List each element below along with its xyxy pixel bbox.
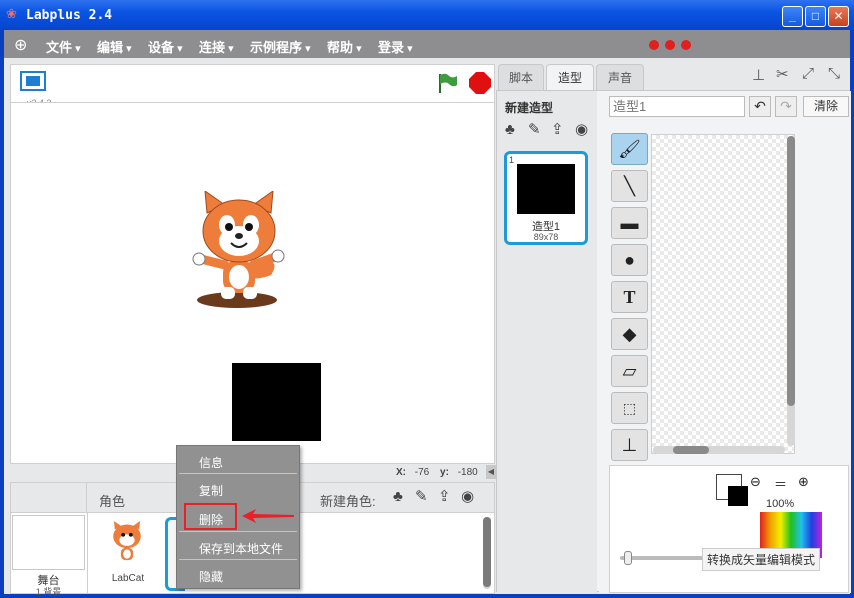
menu-file[interactable]: 文件 [46, 37, 81, 56]
costume-sprite-square[interactable] [232, 363, 321, 441]
clear-button[interactable]: 清除 [803, 96, 849, 117]
labcat-thumbnail [113, 521, 141, 561]
menu-divider [179, 531, 297, 532]
app-window: ❀ Labplus 2.4 _ □ ✕ ⊕ 文件 编辑 设备 连接 示例程序 帮… [0, 0, 854, 598]
menu-item-hide[interactable]: 隐藏 [199, 568, 223, 585]
zoom-out-icon[interactable]: ⊖ [750, 474, 761, 490]
paint-sprite-icon[interactable]: ✎ [415, 487, 428, 505]
paint-editor: ↶ ↷ 清除 🖌 ╲ ▬ ● T ◆ ▱ ⬚ ⊥ [599, 91, 851, 593]
status-dot [681, 40, 691, 50]
sprite-name: LabCat [111, 573, 145, 584]
fill-icon[interactable]: ◆ [611, 318, 648, 350]
tab-costumes[interactable]: 造型 [546, 64, 594, 91]
labcat-sprite[interactable] [191, 191, 287, 311]
camera-sprite-icon[interactable]: ◉ [461, 487, 474, 505]
sprites-label: 角色 [99, 494, 126, 509]
window-title: Labplus 2.4 [26, 8, 113, 23]
rectangle-icon[interactable]: ▬ [611, 207, 648, 239]
maximize-button[interactable]: □ [805, 6, 826, 27]
menu-bar: ⊕ 文件 编辑 设备 连接 示例程序 帮助 登录 [4, 30, 850, 58]
menu-divider [179, 559, 297, 560]
delete-highlight-box [184, 503, 237, 530]
canvas-vscrollbar[interactable] [787, 136, 795, 446]
y-value: -180 [457, 467, 478, 478]
stamp-tool-icon[interactable]: ⊥ [752, 66, 765, 84]
red-arrow-icon [242, 509, 294, 523]
fullscreen-icon[interactable] [19, 70, 47, 92]
grow-icon[interactable]: ⤢ [802, 65, 814, 82]
pen-size-slider[interactable] [620, 551, 710, 565]
ellipse-icon[interactable]: ● [611, 244, 648, 276]
sprite-library-icon[interactable]: ♣ [393, 488, 403, 505]
x-label: X: [396, 467, 406, 478]
zoom-in-icon[interactable]: ⊕ [798, 474, 809, 490]
canvas-hscrollbar[interactable] [653, 446, 785, 454]
stamp-icon[interactable]: ⊥ [611, 429, 648, 461]
cut-icon[interactable]: ✂ [776, 65, 789, 83]
status-dot [665, 40, 675, 50]
eraser-icon[interactable]: ▱ [611, 355, 648, 387]
main-area: v2.4.3 [4, 58, 851, 597]
upload-sprite-icon[interactable]: ⇪ [438, 487, 451, 505]
shrink-icon[interactable]: ⤡ [828, 65, 840, 82]
paint-canvas[interactable] [651, 134, 795, 454]
stage-thumbnail[interactable] [12, 515, 85, 570]
menu-help[interactable]: 帮助 [327, 37, 362, 56]
menu-edit[interactable]: 编辑 [97, 37, 132, 56]
status-dot [649, 40, 659, 50]
costume-tile[interactable]: 1 造型1 89x78 [504, 151, 588, 245]
upload-costume-icon[interactable]: ⇪ [551, 120, 564, 138]
green-flag-icon[interactable] [435, 71, 459, 95]
stop-icon[interactable] [468, 71, 492, 95]
sprite-tile-labcat[interactable]: LabCat [97, 517, 159, 591]
undo-icon[interactable]: ↶ [749, 96, 771, 117]
title-bar[interactable]: ❀ Labplus 2.4 _ □ ✕ [0, 0, 854, 30]
costume-size: 89x78 [533, 232, 559, 242]
costume-library-icon[interactable]: ♣ [505, 121, 515, 138]
zoom-reset-icon[interactable]: ＝ [774, 474, 787, 493]
bg-color-swatch[interactable] [728, 486, 748, 506]
y-label: y: [440, 467, 449, 478]
new-sprite-label: 新建角色: [320, 494, 376, 509]
zoom-level: 100% [766, 498, 795, 510]
app-icon: ❀ [6, 6, 17, 21]
stage-canvas[interactable] [10, 102, 495, 464]
menu-item-save-local[interactable]: 保存到本地文件 [199, 540, 283, 557]
camera-costume-icon[interactable]: ◉ [575, 120, 588, 138]
sprite-scrollbar[interactable] [483, 517, 491, 589]
minimize-button[interactable]: _ [782, 6, 803, 27]
tab-scripts[interactable]: 脚本 [498, 64, 544, 91]
stage-header: v2.4.3 [10, 64, 495, 108]
x-value: -76 [414, 467, 430, 478]
redo-icon[interactable]: ↷ [775, 96, 797, 117]
vector-mode-button[interactable]: 转换成矢量编辑模式 [702, 548, 821, 571]
costume-list: 新建造型 ♣ ✎ ⇪ ◉ 1 造型1 89x78 [497, 91, 597, 593]
menu-divider [179, 473, 297, 474]
brush-icon[interactable]: 🖌 [611, 133, 648, 165]
menu-login[interactable]: 登录 [378, 37, 413, 56]
tab-sounds[interactable]: 声音 [596, 64, 644, 91]
menu-item-duplicate[interactable]: 复制 [199, 482, 223, 499]
new-costume-label: 新建造型 [505, 101, 554, 115]
mouse-coordinates: X: -76 y: -180 [396, 467, 478, 478]
menu-examples[interactable]: 示例程序 [250, 37, 311, 56]
globe-icon[interactable]: ⊕ [14, 35, 27, 55]
menu-item-info[interactable]: 信息 [199, 454, 223, 471]
text-icon[interactable]: T [611, 281, 648, 313]
costume-name-input[interactable] [609, 96, 745, 117]
costume-editor-pane: 新建造型 ♣ ✎ ⇪ ◉ 1 造型1 89x78 ↶ ↷ 清除 🖌 ╲ [496, 90, 851, 593]
stage-backdrop-count: 1 背景 [35, 587, 62, 597]
costume-thumbnail [517, 164, 575, 214]
select-icon[interactable]: ⬚ [611, 392, 648, 424]
color-area: ⊖ ＝ ⊕ 100% 转换成矢量编辑模式 [609, 465, 849, 593]
costume-index: 1 [509, 155, 515, 165]
collapse-arrow-icon[interactable]: ◀ [486, 465, 496, 479]
paint-costume-icon[interactable]: ✎ [528, 120, 541, 138]
line-icon[interactable]: ╲ [611, 170, 648, 202]
close-button[interactable]: ✕ [828, 6, 849, 27]
menu-connect[interactable]: 连接 [199, 37, 234, 56]
menu-device[interactable]: 设备 [148, 37, 183, 56]
